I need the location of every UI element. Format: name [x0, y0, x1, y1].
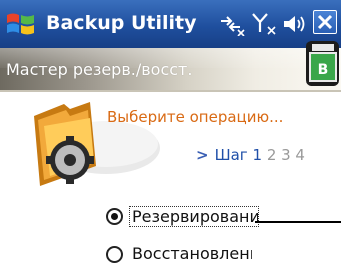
backup-option-label[interactable]: Резервирование — [129, 206, 259, 227]
connectivity-icon[interactable] — [218, 12, 246, 36]
wizard-title: Мастер резерв./восст. — [6, 60, 193, 79]
app-title: Backup Utility — [46, 12, 197, 34]
remaining-steps: 2 3 4 — [266, 146, 305, 164]
windows-flag-icon[interactable] — [3, 6, 39, 42]
backup-card-icon: B — [306, 41, 339, 86]
current-step: 1 — [252, 146, 263, 164]
callout-line — [255, 221, 341, 223]
step-arrow: > — [196, 146, 209, 164]
svg-text:B: B — [318, 62, 329, 78]
signal-off-icon[interactable] — [251, 12, 277, 36]
close-button[interactable] — [313, 10, 337, 34]
step-label: Шаг — [214, 146, 248, 164]
volume-icon[interactable] — [281, 12, 309, 36]
backup-radio[interactable] — [106, 208, 123, 225]
restore-radio[interactable] — [106, 246, 123, 263]
step-indicator: > Шаг 1 2 3 4 — [196, 146, 305, 164]
restore-option-label[interactable]: Восстановление — [132, 244, 252, 263]
operation-prompt: Выберите операцию... — [107, 108, 284, 126]
close-icon — [317, 14, 333, 30]
title-bar: Backup Utility — [0, 0, 341, 48]
